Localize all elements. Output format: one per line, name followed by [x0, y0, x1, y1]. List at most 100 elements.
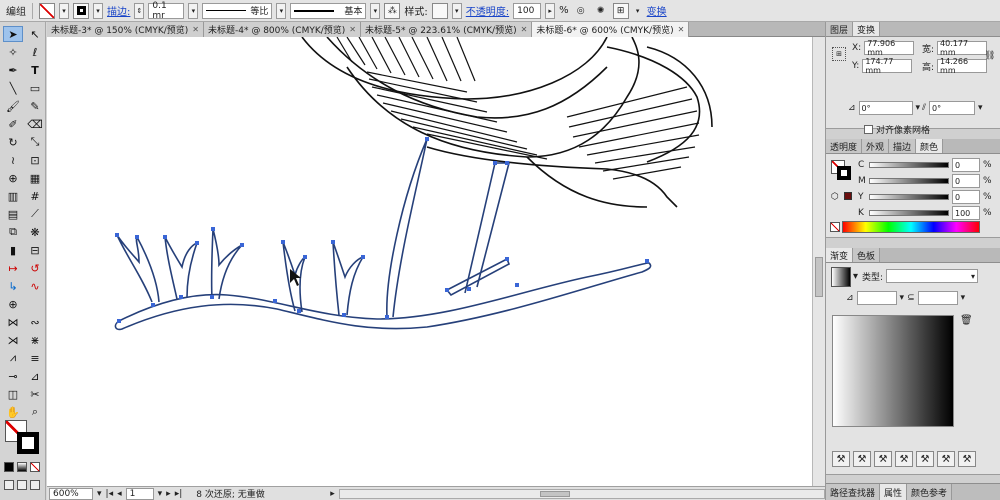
height-field[interactable]: 14.266 mm: [937, 57, 988, 75]
chevron-down-icon[interactable]: ▾: [451, 2, 462, 19]
document-tab[interactable]: 未标题-5* @ 223.61% (CMYK/预览) ✕: [361, 22, 533, 37]
stroke-color-icon[interactable]: [73, 2, 89, 19]
wrench-icon[interactable]: ⚒: [937, 451, 955, 467]
document-tab-active[interactable]: 未标题-6* @ 600% (CMYK/预览) ✕: [532, 22, 690, 37]
shape-builder-tool-icon[interactable]: ⊕: [3, 170, 23, 186]
rectangle-tool-icon[interactable]: ▭: [25, 80, 45, 96]
fill-stroke-swatches[interactable]: [5, 420, 41, 454]
stroke-swatch[interactable]: [17, 432, 39, 454]
trash-icon[interactable]: 🗑: [960, 315, 973, 326]
free-transform-tool-icon[interactable]: ⊡: [25, 152, 45, 168]
channel-field[interactable]: 100: [952, 206, 980, 220]
brush-options-icon[interactable]: ⁂: [384, 2, 401, 19]
artboard-canvas[interactable]: [47, 37, 812, 486]
chevron-down-icon[interactable]: ▾: [276, 2, 287, 19]
perspective-grid-tool-icon[interactable]: ▥: [3, 188, 23, 204]
crystallize-tool-icon[interactable]: ⋇: [25, 332, 45, 348]
tab-properties[interactable]: 属性: [880, 484, 908, 500]
horizontal-scrollbar[interactable]: [338, 488, 825, 499]
curvature-tool-icon[interactable]: ↳: [3, 278, 23, 294]
eyedrop-tool-icon[interactable]: ⊸: [3, 368, 23, 384]
artboard-field[interactable]: 1: [125, 487, 154, 500]
align-icon[interactable]: ⊞: [612, 2, 629, 19]
artboard-tool-icon[interactable]: ⊟: [25, 242, 45, 258]
transform-link[interactable]: 变换: [647, 3, 667, 18]
channel-field[interactable]: 0: [952, 158, 980, 172]
vertical-scrollbar[interactable]: [812, 37, 825, 486]
lasso-tool-icon[interactable]: ℓ: [25, 44, 45, 60]
scale-tool-icon[interactable]: ⤡: [25, 134, 45, 150]
cube-icon[interactable]: ⬡: [831, 192, 839, 202]
chevron-down-icon[interactable]: ▾: [853, 271, 858, 282]
paintbrush-tool-icon[interactable]: 🖌: [3, 98, 23, 114]
close-icon[interactable]: ✕: [192, 25, 199, 34]
chevron-down-icon[interactable]: ▾: [59, 2, 69, 19]
channel-field[interactable]: 0: [952, 174, 980, 188]
selection-tool-icon[interactable]: ➤: [3, 26, 23, 42]
out-of-gamut-swatch[interactable]: [844, 192, 852, 200]
rotate-tool-icon[interactable]: ↻: [3, 134, 23, 150]
wrench-icon[interactable]: ⚒: [958, 451, 976, 467]
chevron-down-icon[interactable]: ▾: [158, 489, 163, 499]
global-edit-icon[interactable]: ✺: [593, 3, 609, 19]
channel-field[interactable]: 0: [952, 190, 980, 204]
slice-tool-icon[interactable]: ◫: [3, 386, 23, 402]
chevron-down-icon[interactable]: ▾: [961, 293, 966, 303]
magic-wand-tool-icon[interactable]: ✧: [3, 44, 23, 60]
wrench-icon[interactable]: ⚒: [874, 451, 892, 467]
globe-tool-icon[interactable]: ⊕: [3, 296, 23, 312]
type-tool-icon[interactable]: T: [25, 62, 45, 78]
live-paint-tool-icon[interactable]: ▦: [25, 170, 45, 186]
gradient-tool-icon[interactable]: ▤: [3, 206, 23, 222]
wrench-icon[interactable]: ⚒: [853, 451, 871, 467]
zigzag-tool-icon[interactable]: ⩘: [3, 350, 23, 366]
measure-tool-icon[interactable]: ⊿: [25, 368, 45, 384]
y-field[interactable]: 174.77 mm: [862, 57, 913, 75]
draw-behind-icon[interactable]: [17, 480, 27, 490]
column-graph-tool-icon[interactable]: ▮: [3, 242, 23, 258]
close-icon[interactable]: ✕: [678, 25, 685, 34]
pen-tool-icon[interactable]: ✒: [3, 62, 23, 78]
gradient-preview-swatch[interactable]: [831, 267, 851, 287]
chevron-down-icon[interactable]: ▾: [978, 103, 983, 113]
width-field[interactable]: 40.177 mm: [937, 39, 988, 57]
blob-brush-tool-icon[interactable]: ✐: [3, 116, 23, 132]
eyedropper-tool-icon[interactable]: ⟋: [25, 206, 45, 222]
graphic-style-swatch[interactable]: [431, 2, 448, 19]
none-mode-icon[interactable]: [30, 462, 40, 472]
wrench-icon[interactable]: ⚒: [832, 451, 850, 467]
color-mode-icon[interactable]: [4, 462, 14, 472]
wrench-icon[interactable]: ⚒: [895, 451, 913, 467]
variable-width-profile[interactable]: 等比: [202, 2, 273, 19]
opacity-field[interactable]: 100: [513, 2, 542, 19]
envelope-tool-icon[interactable]: ⋈: [3, 314, 23, 330]
warp-tool-icon[interactable]: ≀: [3, 152, 23, 168]
list-tool-icon[interactable]: ≡: [25, 350, 45, 366]
wave-tool-icon[interactable]: ∾: [25, 314, 45, 330]
pencil-tool-icon[interactable]: ✎: [25, 98, 45, 114]
close-icon[interactable]: ✕: [521, 25, 528, 34]
gradient-mode-icon[interactable]: [17, 462, 27, 472]
draw-normal-icon[interactable]: [4, 480, 14, 490]
status-menu-icon[interactable]: ▸: [330, 489, 335, 499]
zoom-field[interactable]: 600%: [49, 487, 93, 500]
zoom-tool-icon[interactable]: ⌕: [25, 404, 45, 420]
document-tab[interactable]: 未标题-4* @ 800% (CMYK/预览) ✕: [204, 22, 361, 37]
tab-swatches[interactable]: 色板: [853, 248, 881, 262]
gradient-ramp[interactable]: [832, 315, 954, 427]
tab-stroke[interactable]: 描边: [889, 139, 917, 153]
direct-selection-tool-icon[interactable]: ↖: [25, 26, 45, 42]
link-icon[interactable]: ⛓: [984, 51, 995, 61]
rotate-field[interactable]: 0°: [858, 101, 913, 115]
color-spectrum[interactable]: [842, 221, 980, 233]
channel-slider[interactable]: [869, 162, 949, 168]
angle-field[interactable]: [856, 291, 897, 305]
eraser-tool-icon[interactable]: ⌫: [25, 116, 45, 132]
width-tool-icon[interactable]: ↦: [3, 260, 23, 276]
blend-tool-icon[interactable]: ⧉: [3, 224, 23, 240]
line-tool-icon[interactable]: ╲: [3, 80, 23, 96]
pucker-tool-icon[interactable]: ⋊: [3, 332, 23, 348]
chevron-down-icon[interactable]: ▾: [633, 3, 643, 19]
recolor-artwork-icon[interactable]: ◎: [573, 3, 589, 19]
chevron-down-icon[interactable]: ▾: [900, 293, 905, 303]
